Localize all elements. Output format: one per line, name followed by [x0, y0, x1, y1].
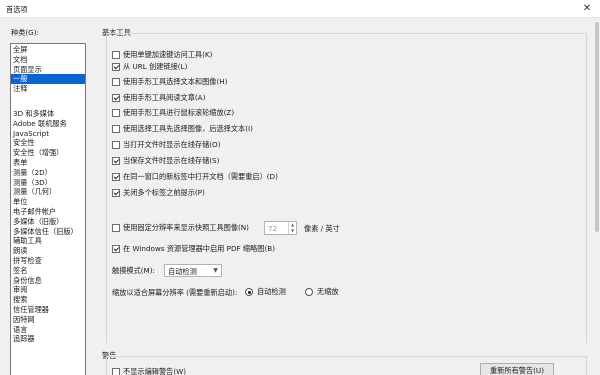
option-checkbox[interactable]: [112, 188, 120, 197]
option-label: 使用手形工具选择文本和图像(H): [123, 76, 228, 86]
fixed-resolution-checkbox[interactable]: [112, 223, 120, 232]
close-icon[interactable]: ✕: [579, 1, 595, 17]
category-item[interactable]: 页面显示: [11, 65, 85, 75]
category-item[interactable]: 信任管理器: [11, 305, 85, 315]
category-item[interactable]: 追踪器: [11, 334, 85, 344]
option-label: 使用选择工具先选择图像，后选择文本(I): [123, 123, 253, 133]
vertical-scrollbar[interactable]: [594, 20, 600, 375]
categories-group-top: 全屏 文档 页面显示 一般 注释: [11, 45, 85, 94]
option-label: 使用单键加速键访问工具(K): [123, 49, 213, 59]
category-item[interactable]: JavaScript: [11, 129, 85, 139]
option-checkbox[interactable]: [112, 124, 120, 133]
spinner-arrows-icon[interactable]: ▲ ▼: [288, 222, 296, 234]
category-item[interactable]: 辅助工具: [11, 236, 85, 246]
fixed-resolution-option[interactable]: 使用固定分辨率来显示快照工具图像(N): [112, 222, 249, 233]
resolution-value: 72: [268, 224, 278, 233]
no-edit-warning-option[interactable]: 不显示编辑警告(W): [112, 366, 186, 375]
pdf-thumbnail-label: 在 Windows 资源管理器中启用 PDF 缩略图(B): [123, 243, 276, 253]
title-bar: 首选项 ✕: [0, 0, 600, 18]
window-title: 首选项: [6, 5, 28, 14]
category-item[interactable]: 搜索: [11, 295, 85, 305]
option-label: 从 URL 创建链接(L): [123, 61, 188, 71]
resolution-unit: 像素 / 英寸: [304, 224, 340, 233]
category-item[interactable]: 测量（2D）: [11, 168, 85, 178]
chevron-down-icon: ▼: [213, 267, 218, 274]
option-checkbox[interactable]: [112, 172, 120, 181]
category-item[interactable]: 注释: [11, 84, 85, 94]
no-edit-warning-label: 不显示编辑警告(W): [123, 366, 187, 375]
basic-tools-option[interactable]: 关闭多个标签之前提示(P): [112, 187, 205, 198]
option-label: 关闭多个标签之前提示(P): [123, 187, 205, 197]
category-item[interactable]: 拼写检查: [11, 256, 85, 266]
touch-mode-label: 触摸模式(M):: [112, 266, 155, 275]
scaling-auto-radio[interactable]: [245, 287, 253, 296]
category-item[interactable]: Adobe 联机服务: [11, 119, 85, 129]
option-checkbox[interactable]: [112, 93, 120, 102]
option-label: 在同一窗口的新标签中打开文档（需要重启）(D): [123, 171, 278, 181]
option-checkbox[interactable]: [112, 140, 120, 149]
category-item[interactable]: 语言: [11, 325, 85, 335]
scaling-none-option[interactable]: 无缩放: [305, 286, 339, 297]
reset-warnings-button[interactable]: 重新所有警告(U): [480, 363, 554, 375]
scaling-auto-label: 自动检测: [257, 286, 286, 296]
categories-list[interactable]: 全屏 文档 页面显示 一般 注释 3D 和多媒体 Adobe 联机服务 JavaScript…: [10, 43, 86, 375]
basic-tools-option[interactable]: 使用单键加速键访问工具(K): [112, 49, 212, 60]
basic-tools-option[interactable]: 当保存文件时显示在线存储(S): [112, 155, 219, 166]
basic-tools-option[interactable]: 使用选择工具先选择图像，后选择文本(I): [112, 123, 253, 134]
resolution-spinner[interactable]: 72 ▲ ▼: [264, 221, 297, 235]
option-checkbox[interactable]: [112, 62, 120, 71]
option-checkbox[interactable]: [112, 50, 120, 59]
categories-group-rest: 3D 和多媒体 Adobe 联机服务 JavaScript 安全性 安全性（增强） 表单测…: [11, 109, 85, 344]
pdf-thumbnail-option[interactable]: 在 Windows 资源管理器中启用 PDF 缩略图(B): [112, 243, 275, 254]
no-edit-warning-checkbox[interactable]: [112, 367, 120, 375]
category-item[interactable]: 安全性（增强）: [11, 148, 85, 158]
category-item[interactable]: 安全性: [11, 138, 85, 148]
category-item[interactable]: 身份信息: [11, 276, 85, 286]
category-item[interactable]: 电子邮件帐户: [11, 207, 85, 217]
option-checkbox[interactable]: [112, 156, 120, 165]
category-item[interactable]: 文档: [11, 55, 85, 65]
category-item[interactable]: 全屏: [11, 45, 85, 55]
option-label: 当打开文件时显示在线存储(O): [123, 139, 221, 149]
scaling-none-label: 无缩放: [317, 286, 339, 296]
basic-tools-option[interactable]: 使用手形工具选择文本和图像(H): [112, 76, 227, 87]
option-checkbox[interactable]: [112, 77, 120, 86]
pdf-thumbnail-checkbox[interactable]: [112, 244, 120, 253]
category-item[interactable]: 签名: [11, 266, 85, 276]
category-item[interactable]: 3D 和多媒体: [11, 109, 85, 119]
category-item[interactable]: 表单: [11, 158, 85, 168]
option-label: 使用手形工具进行鼠标滚轮缩放(Z): [123, 107, 235, 117]
category-item[interactable]: 单位: [11, 197, 85, 207]
category-item[interactable]: 朗读: [11, 246, 85, 256]
basic-tools-option[interactable]: 当打开文件时显示在线存储(O): [112, 139, 221, 150]
scaling-none-radio[interactable]: [305, 287, 313, 296]
basic-tools-option[interactable]: 使用手形工具阅读文章(A): [112, 92, 205, 103]
basic-tools-option[interactable]: 在同一窗口的新标签中打开文档（需要重启）(D): [112, 171, 278, 182]
scaling-auto-option[interactable]: 自动检测: [245, 286, 286, 297]
basic-tools-option[interactable]: 从 URL 创建链接(L): [112, 61, 187, 72]
touch-mode-select[interactable]: 自动检测 ▼: [164, 264, 222, 277]
category-item[interactable]: 一般: [11, 74, 85, 85]
category-item[interactable]: 测量（3D）: [11, 178, 85, 188]
option-checkbox[interactable]: [112, 108, 120, 117]
option-label: 使用手形工具阅读文章(A): [123, 92, 206, 102]
touch-mode-value: 自动检测: [168, 267, 197, 276]
scaling-label: 缩放以适合屏幕分辨率 (需要重新启动):: [112, 288, 238, 297]
fixed-resolution-label: 使用固定分辨率来显示快照工具图像(N): [123, 222, 249, 232]
category-item[interactable]: 审阅: [11, 285, 85, 295]
categories-label: 种类(G):: [11, 28, 39, 37]
category-item[interactable]: 因特网: [11, 315, 85, 325]
option-label: 当保存文件时显示在线存储(S): [123, 155, 220, 165]
scrollbar-thumb[interactable]: [595, 22, 599, 232]
category-item[interactable]: 多媒体信任（旧版）: [11, 227, 85, 237]
basic-tools-option[interactable]: 使用手形工具进行鼠标滚轮缩放(Z): [112, 107, 234, 118]
category-item[interactable]: 多媒体（旧版）: [11, 217, 85, 227]
category-item[interactable]: 测量（几何）: [11, 187, 85, 197]
